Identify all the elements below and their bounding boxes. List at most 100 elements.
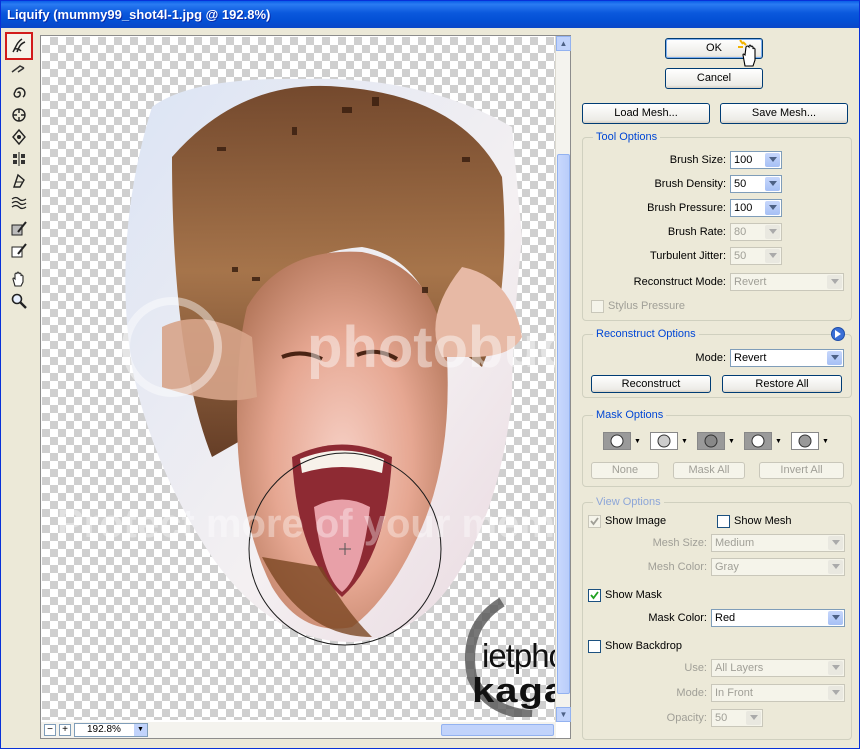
brush-density-field[interactable]: 50: [730, 175, 782, 193]
checkbox-box: [588, 589, 601, 602]
mesh-size-select: Medium: [711, 534, 845, 552]
forward-warp-icon: [10, 37, 28, 55]
forward-warp-tool[interactable]: [5, 32, 33, 60]
thaw-mask-tool[interactable]: [7, 240, 31, 262]
stylus-pressure-label: Stylus Pressure: [608, 300, 686, 312]
zoom-level-select[interactable]: 192.8% ▼: [74, 723, 148, 737]
chevron-down-icon: [827, 275, 842, 289]
window-title: Liquify (mummy99_shot4l-1.jpg @ 192.8%): [7, 7, 271, 22]
horizontal-scrollbar[interactable]: − + 192.8% ▼: [41, 722, 556, 738]
show-image-checkbox: Show Image: [588, 515, 666, 529]
chevron-down-icon: [746, 711, 761, 725]
zoom-in-button[interactable]: +: [59, 724, 71, 736]
turbulence-tool[interactable]: [7, 192, 31, 214]
subtract-from-selection-button[interactable]: ▼: [697, 432, 735, 452]
chevron-down-icon: [765, 225, 780, 239]
liquify-dialog: Liquify (mummy99_shot4l-1.jpg @ 192.8%): [0, 0, 860, 749]
use-select: All Layers: [711, 659, 845, 677]
reconstruct-tool[interactable]: [7, 58, 31, 80]
mirror-tool[interactable]: [7, 170, 31, 192]
scroll-up-button[interactable]: ▲: [556, 36, 571, 51]
hand-pointer-cursor: [737, 38, 765, 68]
invert-selection-button[interactable]: ▼: [791, 432, 829, 452]
brush-rate-field: 80: [730, 223, 782, 241]
reconstruct-button[interactable]: Reconstruct: [591, 375, 711, 393]
mask-color-select[interactable]: Red: [711, 609, 845, 627]
mirror-icon: [10, 172, 28, 190]
brush-size-field[interactable]: 100: [730, 151, 782, 169]
hand-tool[interactable]: [7, 268, 31, 290]
intersect-selection-icon: [744, 432, 772, 450]
thaw-mask-icon: [10, 242, 28, 260]
zoom-tool[interactable]: [7, 290, 31, 312]
expand-arrow-icon[interactable]: [831, 327, 845, 341]
title-bar: Liquify (mummy99_shot4l-1.jpg @ 192.8%): [1, 1, 859, 28]
reconstruct-mode-label-2: Mode:: [695, 352, 726, 364]
mask-mode-buttons: ▼ ▼ ▼ ▼ ▼: [603, 432, 843, 452]
mesh-size-label: Mesh Size:: [652, 537, 707, 549]
replace-selection-button[interactable]: ▼: [603, 432, 641, 452]
mask-color-label: Mask Color:: [648, 612, 707, 624]
chevron-down-icon[interactable]: [765, 201, 780, 215]
chevron-down-icon[interactable]: [828, 611, 843, 625]
chevron-down-icon: ▼: [822, 438, 829, 445]
mask-options-group: Mask Options ▼ ▼ ▼ ▼ ▼ None Mask All Inv…: [582, 409, 852, 487]
show-backdrop-checkbox[interactable]: Show Backdrop: [588, 640, 682, 654]
load-mesh-button[interactable]: Load Mesh...: [582, 103, 710, 124]
horizontal-scroll-thumb[interactable]: [441, 724, 554, 736]
freeze-mask-tool[interactable]: [7, 218, 31, 240]
zoom-out-button[interactable]: −: [44, 724, 56, 736]
mask-all-button: Mask All: [673, 462, 745, 479]
watermark-text: ietphotoshop: [482, 637, 555, 674]
mesh-color-value: Gray: [715, 561, 739, 573]
mask-none-button: None: [591, 462, 659, 479]
brush-pressure-field[interactable]: 100: [730, 199, 782, 217]
zoom-icon: [10, 292, 28, 310]
mesh-color-label: Mesh Color:: [647, 561, 707, 573]
restore-all-button[interactable]: Restore All: [722, 375, 842, 393]
use-value: All Layers: [715, 662, 764, 674]
backdrop-mode-select: In Front: [711, 684, 845, 702]
chevron-down-icon[interactable]: [765, 153, 780, 167]
chevron-down-icon: ▼: [134, 724, 147, 736]
brush-size-label: Brush Size:: [669, 154, 726, 166]
chevron-down-icon[interactable]: [765, 177, 780, 191]
chevron-down-icon: ▼: [681, 438, 688, 445]
brush-density-label: Brush Density:: [654, 178, 726, 190]
brush-size-value: 100: [734, 154, 753, 166]
reconstruct-options-mode-select[interactable]: Revert: [730, 349, 844, 367]
turbulent-jitter-field: 50: [730, 247, 782, 265]
turbulent-jitter-value: 50: [734, 250, 747, 262]
push-left-tool[interactable]: [7, 148, 31, 170]
svg-text:photobucket: photobucket: [307, 315, 555, 380]
reconstruct-mode-select: Revert: [730, 273, 844, 291]
show-backdrop-label: Show Backdrop: [605, 640, 683, 652]
show-mesh-checkbox[interactable]: Show Mesh: [717, 515, 791, 529]
scroll-down-button[interactable]: ▼: [556, 707, 571, 722]
twirl-clockwise-tool[interactable]: [7, 82, 31, 104]
pucker-icon: [10, 106, 28, 124]
brush-pressure-label: Brush Pressure:: [647, 202, 726, 214]
tools-panel: [4, 30, 34, 320]
freeze-mask-icon: [10, 220, 28, 238]
vertical-scroll-thumb[interactable]: [557, 154, 570, 694]
use-label: Use:: [684, 662, 707, 674]
save-mesh-button[interactable]: Save Mesh...: [720, 103, 848, 124]
liquify-canvas[interactable]: photobucket Protect more of your memorie…: [42, 37, 555, 720]
mask-color-value: Red: [715, 612, 736, 624]
intersect-selection-button[interactable]: ▼: [744, 432, 782, 452]
add-to-selection-button[interactable]: ▼: [650, 432, 688, 452]
brush-rate-value: 80: [734, 226, 747, 238]
pucker-tool[interactable]: [7, 104, 31, 126]
chevron-down-icon[interactable]: [827, 351, 842, 365]
vertical-scrollbar[interactable]: ▲ ▼: [555, 36, 571, 722]
mesh-color-select: Gray: [711, 558, 845, 576]
bloat-tool[interactable]: [7, 126, 31, 148]
brush-pressure-value: 100: [734, 202, 753, 214]
show-mask-checkbox[interactable]: Show Mask: [588, 589, 662, 603]
opacity-label: Opacity:: [666, 712, 707, 724]
checkbox-box: [588, 640, 601, 653]
backdrop-mode-label: Mode:: [676, 687, 707, 699]
subtract-selection-icon: [697, 432, 725, 450]
hand-icon: [10, 270, 28, 288]
